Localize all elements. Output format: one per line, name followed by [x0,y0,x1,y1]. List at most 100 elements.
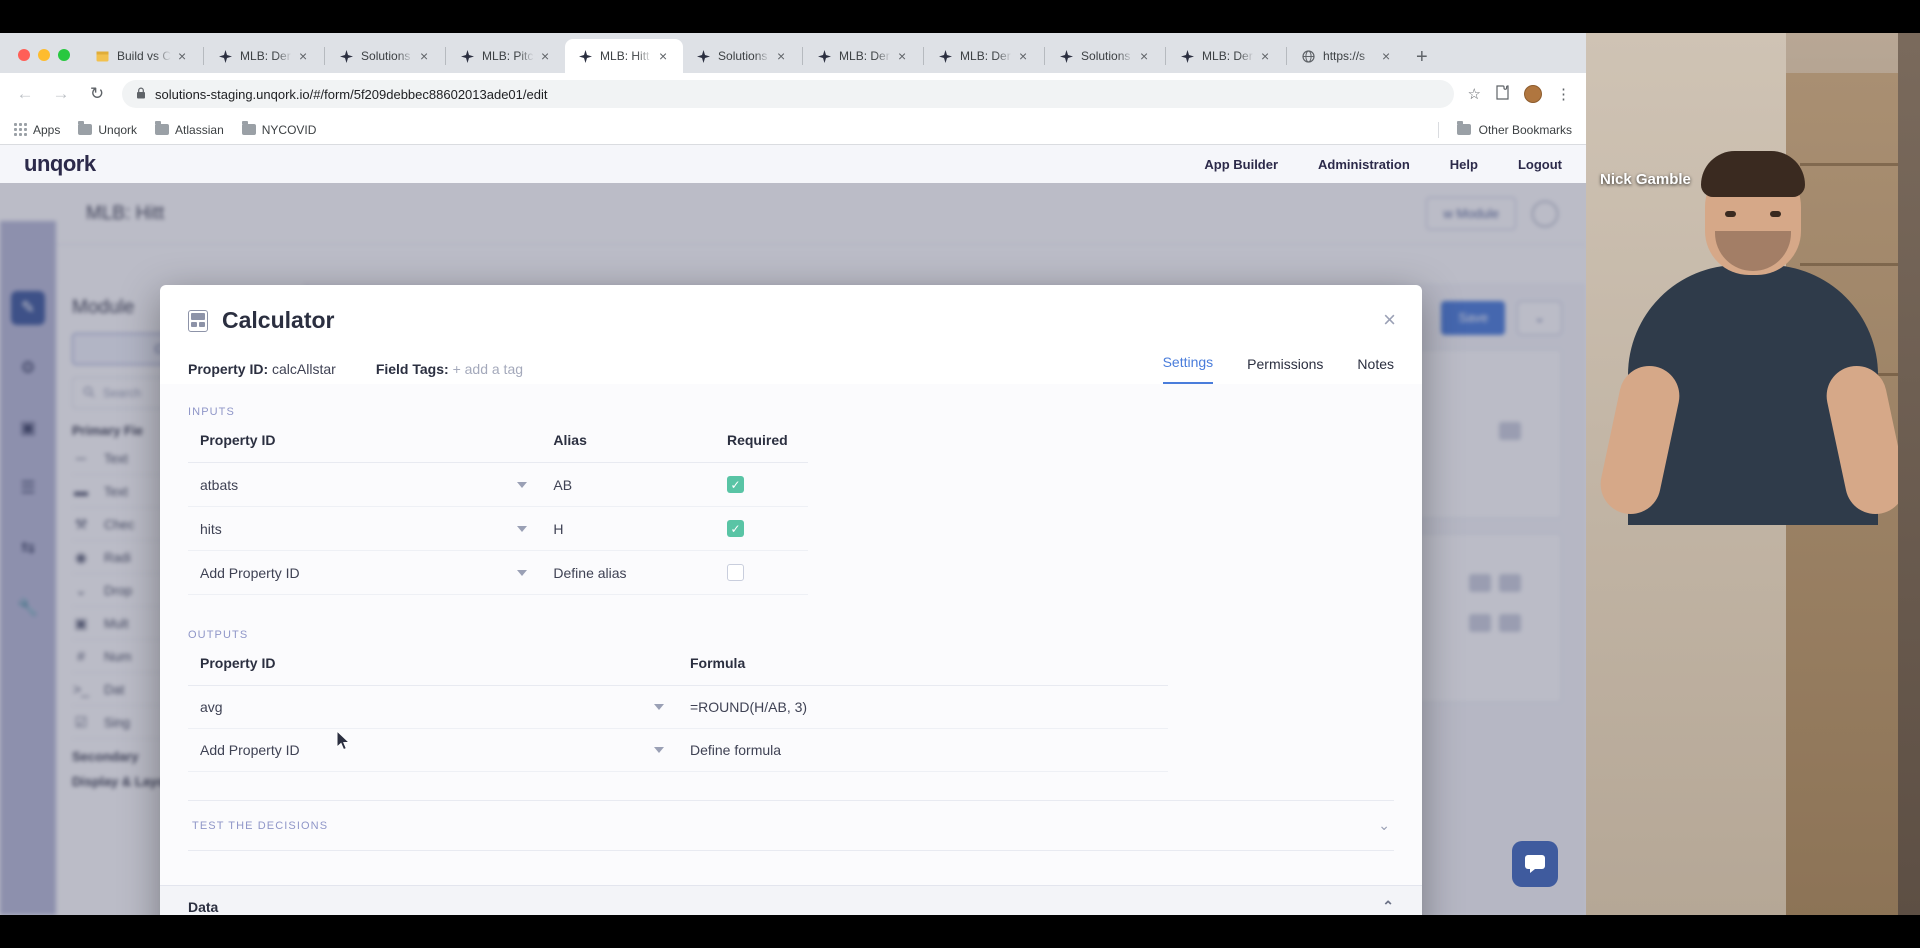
close-icon[interactable]: × [777,49,793,63]
output-formula-field-empty[interactable]: Define formula [678,728,1168,772]
browser-tab[interactable]: Solutions × [1046,39,1164,73]
input-alias-field[interactable]: H [541,506,715,551]
close-icon[interactable]: × [898,49,914,63]
unqork-icon [937,48,953,64]
browser-tab[interactable]: MLB: Der × [925,39,1043,73]
nav-help[interactable]: Help [1450,157,1478,172]
browser-tab[interactable]: MLB: Pitc × [447,39,565,73]
browser-menu-icon[interactable]: ⋮ [1556,85,1572,103]
chat-support-button[interactable] [1512,841,1558,887]
input-required-cell[interactable]: ✓ [714,506,808,551]
close-icon[interactable]: × [541,49,557,63]
input-alias-field-empty[interactable]: Define alias [541,550,715,595]
table-row-empty[interactable]: Add Property ID Define alias [188,550,808,595]
data-accordion[interactable]: Data ⌃ [160,885,1422,915]
browser-tab[interactable]: MLB: Der × [1167,39,1285,73]
chevron-down-icon [517,569,528,576]
bookmark-apps[interactable]: Apps [14,123,60,137]
checkbox-checked-icon[interactable]: ✓ [726,476,744,493]
maximize-window-button[interactable] [58,49,70,61]
tab-separator [445,47,447,65]
table-row[interactable]: hits H ✓ [188,506,808,551]
webcam-video: Nick Gamble [1586,33,1920,915]
column-formula: Formula [678,655,1168,686]
other-bookmarks[interactable]: Other Bookmarks [1437,121,1572,138]
browser-tab[interactable]: https://s × [1288,39,1406,73]
page-content: unqork App Builder Administration Help L… [0,145,1586,915]
input-property-id-select[interactable]: atbats [188,462,542,507]
cell-placeholder: Add Property ID [200,564,300,581]
chevron-down-icon[interactable]: ⌄ [1378,817,1390,834]
bookmark-atlassian[interactable]: Atlassian [155,121,224,137]
browser-tab[interactable]: MLB: Der × [205,39,323,73]
new-tab-button[interactable]: + [1416,47,1428,67]
browser-tab[interactable]: Build vs C × [82,39,202,73]
screen-root: Build vs C × MLB: Der × Solutions × MLB:… [0,0,1920,948]
tab-notes[interactable]: Notes [1357,356,1394,384]
cell-placeholder: Define alias [553,564,627,581]
close-icon[interactable]: × [1019,49,1035,63]
tab-permissions[interactable]: Permissions [1247,356,1323,384]
column-alias: Alias [541,432,715,463]
chevron-down-icon [517,525,528,532]
unqork-app-bar: unqork App Builder Administration Help L… [0,145,1586,183]
window-traffic-lights[interactable] [10,49,82,73]
nav-app-builder[interactable]: App Builder [1204,157,1278,172]
browser-tab[interactable]: Solutions × [683,39,801,73]
input-alias-field[interactable]: AB [541,462,715,507]
close-icon[interactable]: × [1383,309,1396,331]
output-formula-field[interactable]: =ROUND(H/AB, 3) [678,685,1168,729]
cell-value: atbats [200,476,239,493]
inputs-section-label: INPUTS [188,406,235,418]
modal-title: Calculator [222,307,335,333]
bookmark-unqork[interactable]: Unqork [78,121,137,137]
cell-placeholder: Define formula [690,742,782,758]
tab-separator [1286,47,1288,65]
close-icon[interactable]: × [420,49,436,63]
minimize-window-button[interactable] [38,49,50,61]
address-bar[interactable]: solutions-staging.unqork.io/#/form/5f209… [122,80,1454,108]
input-property-id-select-empty[interactable]: Add Property ID [188,550,542,595]
input-required-cell-empty[interactable] [714,550,808,595]
close-window-button[interactable] [18,49,30,61]
table-row-empty[interactable]: Add Property ID Define formula [188,728,1168,772]
inputs-table-wrap: Property ID Alias Required atbats AB ✓ h… [188,432,808,595]
table-header-row: Property ID Formula [188,655,1168,686]
output-property-id-select[interactable]: avg [188,685,678,729]
close-icon[interactable]: × [299,49,315,63]
test-decisions-accordion[interactable]: TEST THE DECISIONS ⌄ [188,800,1394,851]
tab-settings[interactable]: Settings [1162,354,1214,384]
folder-icon [241,121,256,135]
bookmark-star-icon[interactable]: ☆ [1468,85,1481,103]
chevron-up-icon[interactable]: ⌃ [1382,898,1394,915]
table-row[interactable]: atbats AB ✓ [188,462,808,507]
checkbox-checked-icon[interactable]: ✓ [726,520,744,537]
reload-icon[interactable]: ↻ [86,84,108,104]
browser-tab-active[interactable]: MLB: Hitt × [565,39,684,73]
avatar[interactable] [1524,85,1542,103]
nav-administration[interactable]: Administration [1318,157,1410,172]
checkbox-unchecked-icon[interactable] [726,564,744,581]
back-icon[interactable]: ← [14,84,36,104]
unqork-logo: unqork [24,151,96,176]
property-id-value[interactable]: calcAllstar [272,361,336,377]
nav-logout[interactable]: Logout [1518,157,1562,172]
output-property-id-select-empty[interactable]: Add Property ID [188,728,678,772]
outputs-section-label: OUTPUTS [188,629,249,641]
extensions-puzzle-icon[interactable] [1495,85,1510,103]
browser-tab[interactable]: MLB: Der × [804,39,922,73]
modal-body: INPUTS Property ID Alias Required atbats… [160,384,1422,885]
close-icon[interactable]: × [178,49,194,63]
forward-icon[interactable]: → [50,84,72,104]
add-tag-button[interactable]: + add a tag [453,361,523,377]
browser-tab[interactable]: Solutions × [326,39,444,73]
close-icon[interactable]: × [1140,49,1156,63]
close-icon[interactable]: × [1382,49,1398,63]
chevron-down-icon [654,704,664,710]
close-icon[interactable]: × [1261,49,1277,63]
table-row[interactable]: avg =ROUND(H/AB, 3) [188,685,1168,729]
input-property-id-select[interactable]: hits [188,506,542,551]
bookmark-nycovid[interactable]: NYCOVID [241,121,316,137]
input-required-cell[interactable]: ✓ [714,462,808,507]
close-icon[interactable]: × [659,49,675,63]
